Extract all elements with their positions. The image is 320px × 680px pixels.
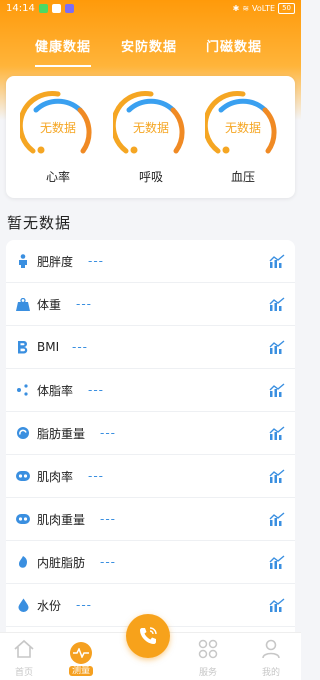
body-fat-icon [16,383,30,397]
respiration-value: 无数据 [132,121,169,135]
trend-chart-icon[interactable] [269,297,285,311]
heart-rate-value: 无数据 [39,121,76,135]
metric-value: --- [88,469,104,483]
trend-chart-icon[interactable] [269,254,285,268]
battery-icon: 50 [278,2,295,14]
pulse-icon [70,642,92,664]
vitals-card: 无数据 心率 无数据 呼吸 无数据 血压 [6,76,295,198]
blood-pressure-gauge[interactable]: 无数据 血压 [205,88,281,188]
metric-value: --- [76,297,92,311]
tab-health-data[interactable]: 健康数据 [35,36,92,67]
list-item-muscle-rate[interactable]: 肌肉率 --- [6,455,295,498]
status-bar: 14:14 ✱ ≋ VoLTE 50 [0,0,301,16]
tab-bar: 健康数据 安防数据 门磁数据 [0,30,301,70]
nav-mine[interactable]: 我的 [251,639,291,678]
status-time: 14:14 [6,2,35,14]
list-item-visceral-fat[interactable]: 内脏脂肪 --- [6,541,295,584]
app-icon [64,3,74,13]
kg-icon [16,297,30,311]
metric-name: 体脂率 [37,383,74,398]
network-label: VoLTE [252,3,276,13]
wifi-icon: ≋ [242,3,250,13]
tab-door-sensor-data[interactable]: 门磁数据 [206,36,262,55]
nav-service-label: 服务 [198,668,217,678]
metric-value: --- [100,555,116,569]
metrics-list: 肥胖度 --- 体重 --- BMI --- 体脂率 --- 脂肪重量 --- [6,240,295,640]
list-item-weight[interactable]: 体重 --- [6,283,295,326]
visceral-fat-icon [16,555,30,569]
list-item-obesity[interactable]: 肥胖度 --- [6,240,295,283]
metric-name: 肥胖度 [37,254,74,269]
metric-name: 脂肪重量 [37,426,86,441]
user-icon [262,639,280,659]
metric-name: BMI [37,340,60,354]
trend-chart-icon[interactable] [269,469,285,483]
fat-weight-icon [16,426,30,440]
nav-mine-label: 我的 [261,668,280,678]
nav-service[interactable]: 服务 [188,639,228,678]
metric-name: 水份 [37,598,62,613]
list-item-bmi[interactable]: BMI --- [6,326,295,369]
trend-chart-icon[interactable] [269,598,285,612]
metric-value: --- [88,254,104,268]
tab-security-data[interactable]: 安防数据 [121,36,177,55]
nav-home[interactable]: 首页 [4,639,44,678]
nav-home-label: 首页 [14,668,33,678]
wechat-icon [38,3,48,13]
metric-value: --- [76,598,92,612]
bluetooth-icon: ✱ [232,3,240,13]
trend-chart-icon[interactable] [269,555,285,569]
heart-rate-gauge[interactable]: 无数据 心率 [20,88,96,188]
message-icon [51,3,61,13]
nav-measure-label: 测量 [68,666,93,676]
metric-value: --- [88,383,104,397]
trend-chart-icon[interactable] [269,340,285,354]
metric-value: --- [72,340,88,354]
bmi-icon [16,340,30,354]
blood-pressure-value: 无数据 [224,121,261,135]
phone-icon [140,627,157,644]
water-icon [16,598,30,612]
muscle-weight-icon [16,512,30,526]
trend-chart-icon[interactable] [269,383,285,397]
metric-name: 肌肉重量 [37,512,86,527]
list-item-fat-weight[interactable]: 脂肪重量 --- [6,412,295,455]
respiration-label: 呼吸 [138,170,163,184]
trend-chart-icon[interactable] [269,426,285,440]
respiration-gauge[interactable]: 无数据 呼吸 [113,88,189,188]
section-title: 暂无数据 [7,214,72,232]
metric-name: 肌肉率 [37,469,74,484]
list-item-muscle-weight[interactable]: 肌肉重量 --- [6,498,295,541]
call-button[interactable] [126,614,170,658]
metric-name: 体重 [37,297,62,312]
metric-name: 内脏脂肪 [37,555,86,570]
list-item-body-fat-rate[interactable]: 体脂率 --- [6,369,295,412]
nav-measure[interactable]: 测量 [61,642,101,680]
metric-value: --- [100,426,116,440]
heart-rate-label: 心率 [45,170,70,184]
blood-pressure-label: 血压 [230,170,255,184]
metric-value: --- [100,512,116,526]
muscle-icon [16,469,30,483]
grid-icon [198,639,218,659]
body-icon [16,254,30,268]
trend-chart-icon[interactable] [269,512,285,526]
home-icon [14,639,34,658]
